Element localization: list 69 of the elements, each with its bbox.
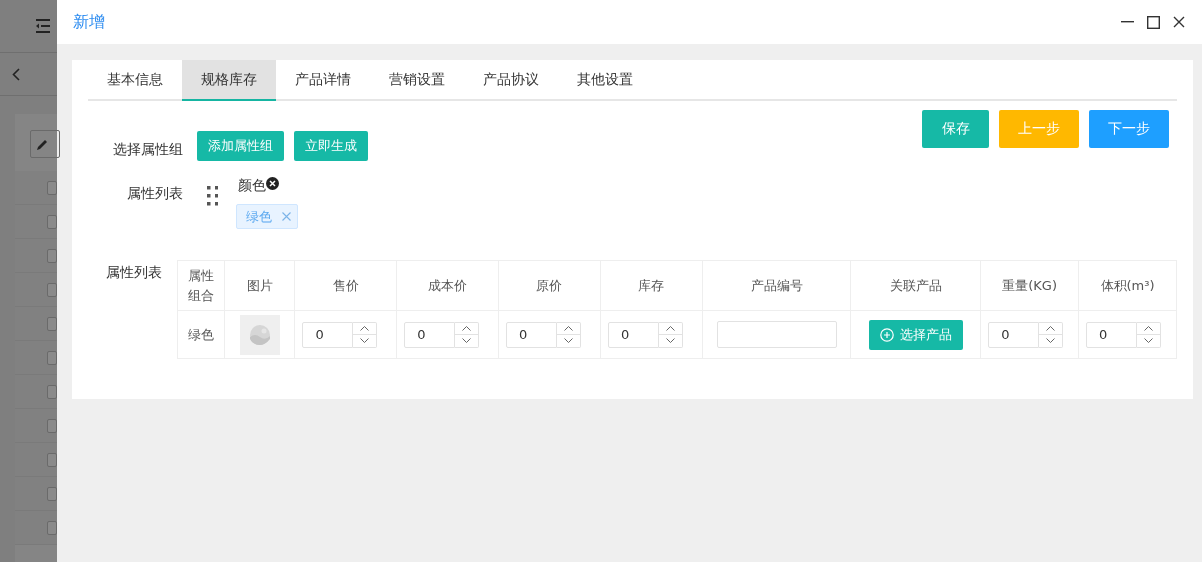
column-header: 体积(m³): [1078, 260, 1177, 311]
plus-circle-icon: [879, 327, 894, 342]
edit-button[interactable]: [30, 130, 60, 158]
number-field[interactable]: 0: [302, 321, 354, 348]
minimize-icon[interactable]: [1120, 21, 1134, 23]
close-icon[interactable]: [1173, 16, 1185, 28]
chevron-up-icon[interactable]: [1046, 325, 1056, 331]
column-header: 图片: [224, 260, 295, 311]
tab[interactable]: 产品协议: [464, 60, 558, 101]
stepper[interactable]: [1137, 321, 1162, 348]
attribute-name: 颜色: [238, 177, 266, 195]
chevron-up-icon[interactable]: [462, 325, 472, 331]
stepper[interactable]: [1039, 321, 1064, 348]
product-code-field[interactable]: [716, 321, 837, 348]
menu-icon[interactable]: [35, 19, 51, 33]
row-checkbox[interactable]: [47, 452, 57, 467]
remove-icon[interactable]: [266, 177, 279, 190]
chevron-down-icon[interactable]: [1046, 338, 1056, 344]
tab[interactable]: 基本信息: [88, 60, 182, 101]
row-checkbox[interactable]: [47, 350, 57, 365]
tab[interactable]: 产品详情: [276, 60, 370, 101]
maximize-icon[interactable]: [1146, 15, 1160, 29]
column-header: 成本价: [396, 260, 499, 311]
row-checkbox[interactable]: [47, 384, 57, 399]
pencil-icon: [37, 138, 48, 150]
column-header: 售价: [294, 260, 397, 311]
number-field[interactable]: 0: [1086, 321, 1138, 348]
drag-handle-icon[interactable]: [206, 185, 218, 207]
dialog-title: 新增: [73, 11, 106, 33]
chevron-down-icon[interactable]: [1144, 338, 1154, 344]
column-header: 属性组合: [177, 260, 225, 311]
number-field[interactable]: 0: [506, 321, 558, 348]
tab[interactable]: 营销设置: [370, 60, 464, 101]
tab[interactable]: 其他设置: [558, 60, 652, 101]
row-checkbox[interactable]: [47, 248, 57, 263]
column-header: 关联产品: [851, 260, 981, 311]
column-header: 库存: [600, 260, 703, 311]
number-field[interactable]: 0: [607, 321, 659, 348]
number-field[interactable]: 0: [404, 321, 456, 348]
tab[interactable]: 规格库存: [182, 60, 276, 101]
chevron-down-icon[interactable]: [665, 338, 675, 344]
row-checkbox[interactable]: [47, 486, 57, 501]
number-field[interactable]: 0: [988, 321, 1040, 348]
field-label: 选择属性组: [112, 140, 184, 159]
field-label: 属性列表: [126, 184, 184, 203]
column-header: 重量(KG): [980, 260, 1079, 311]
chevron-up-icon[interactable]: [360, 325, 370, 331]
column-header: 原价: [498, 260, 601, 311]
stepper[interactable]: [455, 321, 480, 348]
chevron-down-icon[interactable]: [360, 338, 370, 344]
row-checkbox[interactable]: [47, 316, 57, 331]
row-checkbox[interactable]: [47, 214, 57, 229]
row-checkbox[interactable]: [47, 520, 57, 535]
chevron-down-icon[interactable]: [462, 338, 472, 344]
stepper[interactable]: [557, 321, 582, 348]
chevron-up-icon[interactable]: [1144, 325, 1154, 331]
table-cell: 绿色: [177, 310, 225, 359]
stepper[interactable]: [353, 321, 378, 348]
row-checkbox[interactable]: [47, 282, 57, 297]
row-checkbox[interactable]: [47, 180, 57, 195]
back-chevron-icon[interactable]: [12, 67, 20, 81]
chevron-up-icon[interactable]: [564, 325, 574, 331]
row-checkbox[interactable]: [47, 418, 57, 433]
stepper[interactable]: [658, 321, 683, 348]
tag-text: 绿色: [246, 207, 272, 226]
chevron-down-icon[interactable]: [564, 338, 574, 344]
field-label: 属性列表: [105, 263, 163, 282]
column-header: 产品编号: [702, 260, 851, 311]
chevron-up-icon[interactable]: [665, 325, 675, 331]
